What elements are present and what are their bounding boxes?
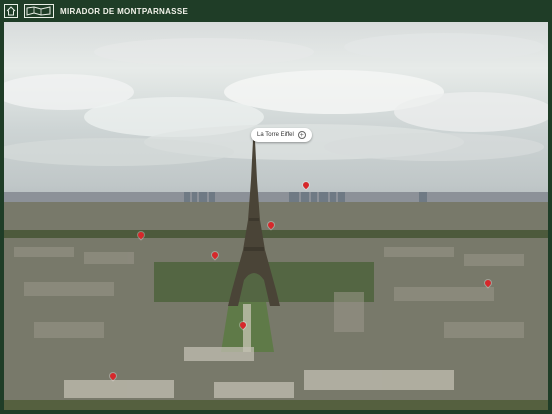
footer-bar — [0, 410, 552, 414]
header-bar: MIRADOR DE MONTPARNASSE — [0, 0, 552, 22]
landmark-tooltip-label: La Torre Eiffel — [257, 132, 294, 138]
page-title: MIRADOR DE MONTPARNASSE — [60, 6, 189, 16]
landmark-tooltip[interactable]: La Torre Eiffel + — [251, 128, 312, 142]
eiffel-tower — [228, 140, 280, 306]
app-frame: MIRADOR DE MONTPARNASSE La Torre Eiffel … — [0, 0, 552, 414]
map-icon[interactable] — [24, 4, 54, 18]
home-icon[interactable] — [4, 4, 18, 18]
plus-circle-icon[interactable]: + — [297, 131, 306, 139]
panorama-view[interactable]: La Torre Eiffel + — [4, 22, 548, 410]
